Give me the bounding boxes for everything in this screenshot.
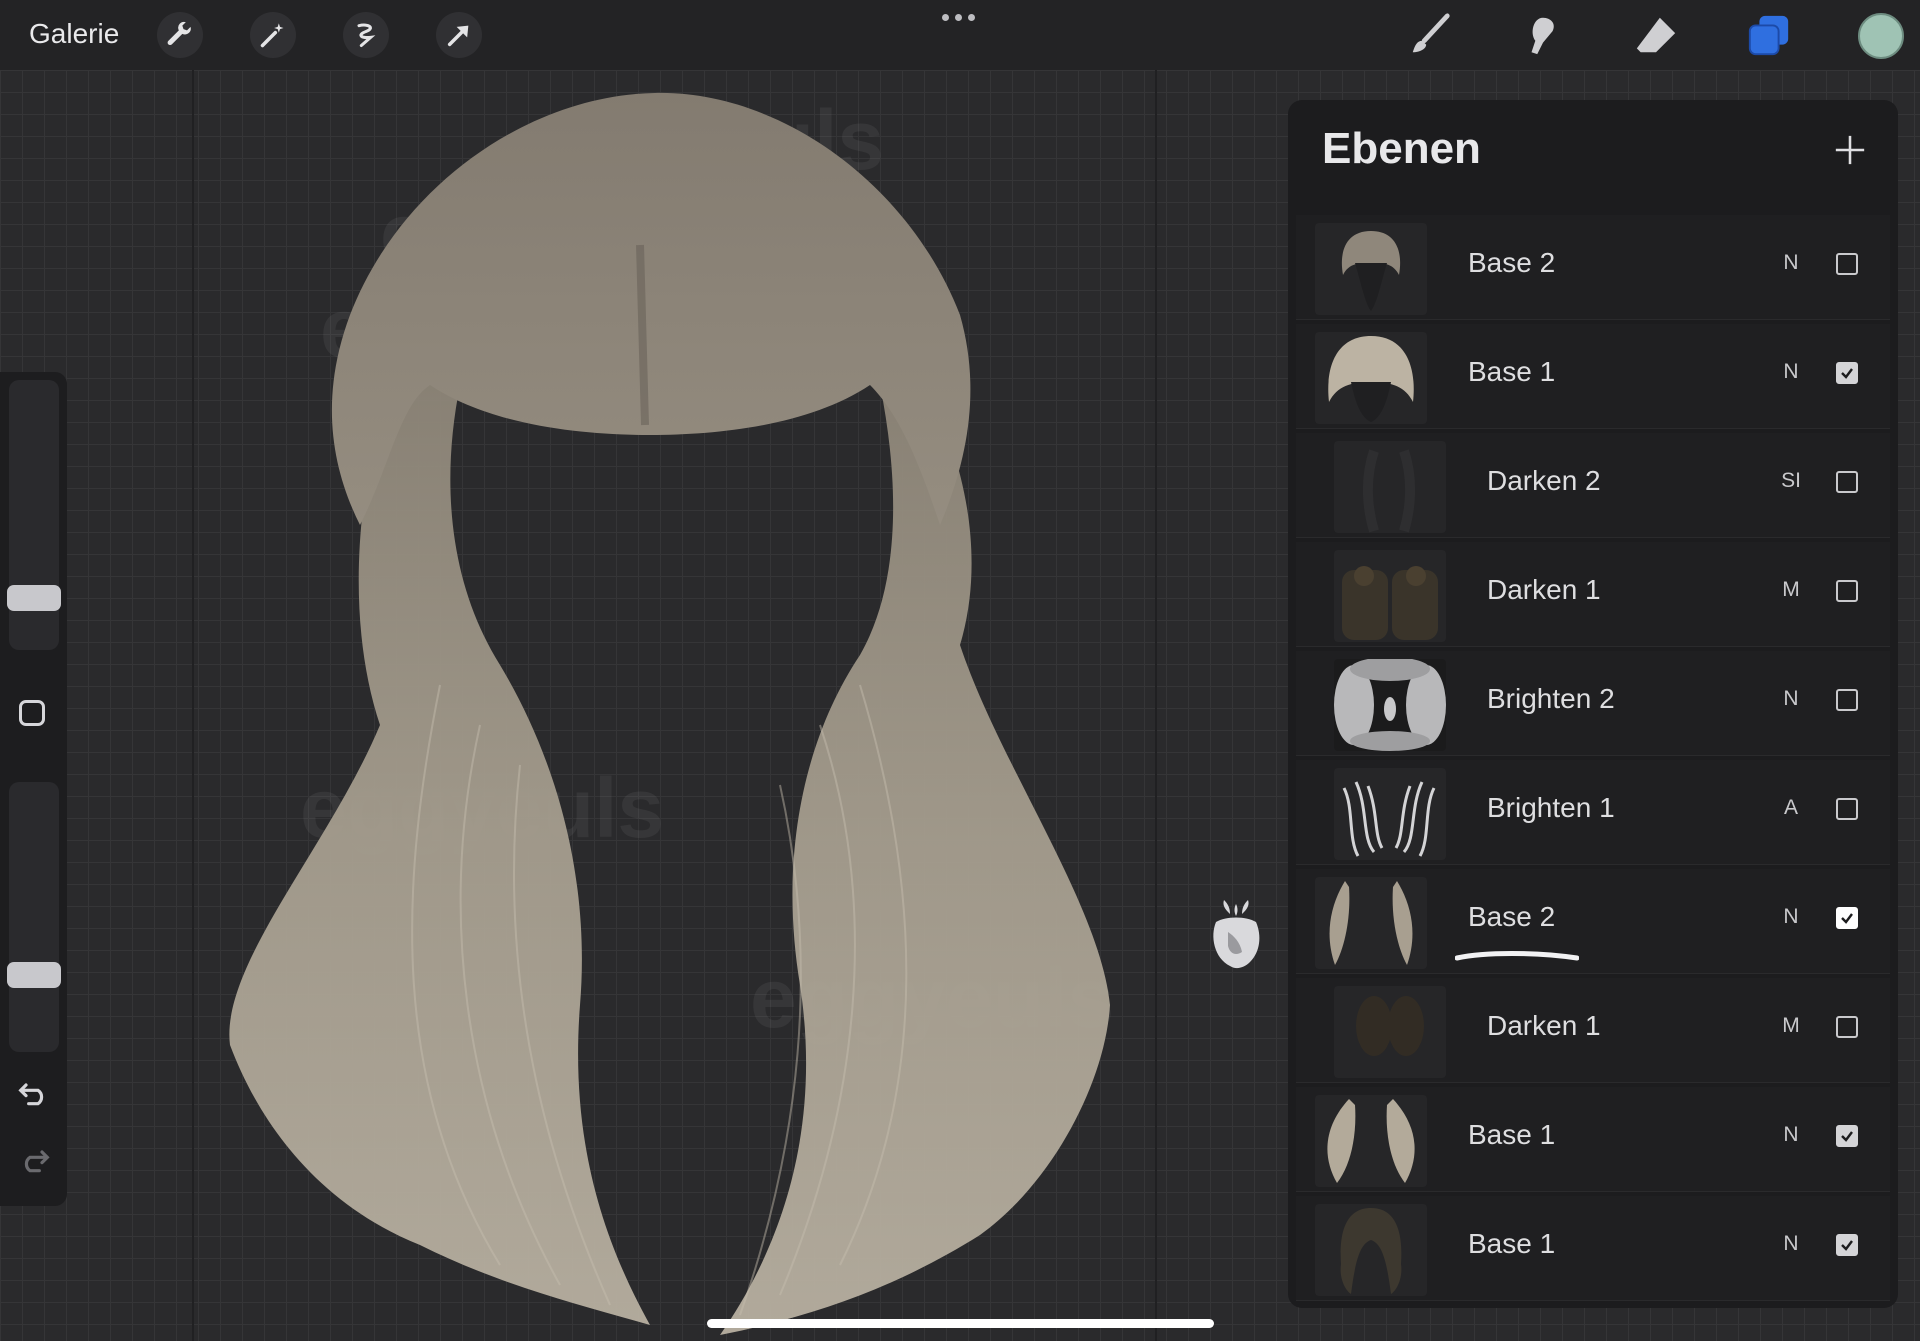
- layer-visibility-checkbox[interactable]: [1836, 580, 1858, 602]
- layer-visibility-checkbox[interactable]: [1836, 1125, 1858, 1147]
- layer-name: Base 2: [1468, 247, 1556, 278]
- layer-blend-mode[interactable]: N: [1776, 687, 1806, 711]
- layer-blend-mode[interactable]: M: [1776, 1014, 1806, 1038]
- layer-name: Base 1: [1468, 1119, 1556, 1150]
- redo-icon[interactable]: [16, 1145, 52, 1175]
- layer-visibility-checkbox[interactable]: [1836, 1234, 1858, 1256]
- layer-row[interactable]: Brighten 1 A: [1296, 760, 1890, 865]
- layers-icon[interactable]: [1744, 10, 1794, 60]
- selection-icon[interactable]: [343, 12, 389, 58]
- more-dots-icon[interactable]: [942, 14, 975, 21]
- wrench-icon[interactable]: [157, 12, 203, 58]
- layer-blend-mode[interactable]: A: [1776, 796, 1806, 820]
- layer-blend-mode[interactable]: N: [1776, 1232, 1806, 1256]
- layer-visibility-checkbox[interactable]: [1836, 1016, 1858, 1038]
- opacity-handle[interactable]: [7, 962, 61, 988]
- brush-icon[interactable]: [1405, 10, 1455, 60]
- layer-visibility-checkbox[interactable]: [1836, 471, 1858, 493]
- left-sidebar: [0, 372, 67, 1206]
- layer-thumbnail: [1315, 877, 1427, 969]
- layer-thumbnail: [1334, 659, 1446, 751]
- layer-thumbnail: [1315, 1204, 1427, 1296]
- layer-name: Darken 2: [1487, 465, 1601, 496]
- layer-row[interactable]: Base 1 N: [1296, 1087, 1890, 1192]
- transform-arrow-icon[interactable]: [436, 12, 482, 58]
- layer-visibility-checkbox[interactable]: [1836, 253, 1858, 275]
- eraser-icon[interactable]: [1631, 10, 1681, 60]
- layer-name: Base 2: [1468, 901, 1556, 932]
- layer-thumbnail: [1334, 986, 1446, 1078]
- layer-blend-mode[interactable]: SI: [1776, 469, 1806, 493]
- home-indicator[interactable]: [707, 1319, 1214, 1328]
- undo-icon[interactable]: [16, 1078, 52, 1108]
- layer-thumbnail: [1315, 223, 1427, 315]
- layer-name: Brighten 1: [1487, 792, 1615, 823]
- layer-name: Brighten 2: [1487, 683, 1615, 714]
- layer-row[interactable]: Darken 1 M: [1296, 542, 1890, 647]
- layer-visibility-checkbox[interactable]: [1836, 362, 1858, 384]
- color-picker[interactable]: [1858, 13, 1904, 59]
- layer-visibility-checkbox[interactable]: [1836, 798, 1858, 820]
- smudge-icon[interactable]: [1518, 10, 1568, 60]
- layer-row[interactable]: Brighten 2 N: [1296, 651, 1890, 756]
- gallery-button[interactable]: Galerie: [29, 18, 119, 50]
- layer-blend-mode[interactable]: N: [1776, 251, 1806, 275]
- fruit-logo-icon: [1213, 900, 1260, 969]
- layer-row[interactable]: Base 1 N: [1296, 324, 1890, 429]
- layer-row[interactable]: Base 2 N: [1296, 869, 1890, 974]
- opacity-slider[interactable]: [9, 782, 59, 1052]
- layer-visibility-checkbox[interactable]: [1836, 907, 1858, 929]
- plus-icon[interactable]: [1826, 126, 1874, 174]
- layer-blend-mode[interactable]: N: [1776, 360, 1806, 384]
- canvas-guide-left: [192, 70, 194, 1341]
- layer-row[interactable]: Darken 1 M: [1296, 978, 1890, 1083]
- layer-row[interactable]: Darken 2 SI: [1296, 433, 1890, 538]
- layer-name: Darken 1: [1487, 1010, 1601, 1041]
- layer-thumbnail: [1334, 550, 1446, 642]
- layer-name: Darken 1: [1487, 574, 1601, 605]
- layer-thumbnail: [1315, 1095, 1427, 1187]
- layer-thumbnail: [1334, 441, 1446, 533]
- modifier-square-icon[interactable]: [19, 700, 45, 726]
- layer-name: Base 1: [1468, 356, 1556, 387]
- highlight-stroke: [1455, 951, 1579, 961]
- layers-panel: Ebenen Base 2 N Base 1 N Darken 2 SI Dar…: [1288, 100, 1898, 1308]
- layer-visibility-checkbox[interactable]: [1836, 689, 1858, 711]
- layer-blend-mode[interactable]: M: [1776, 578, 1806, 602]
- layer-name: Base 1: [1468, 1228, 1556, 1259]
- layer-blend-mode[interactable]: N: [1776, 1123, 1806, 1147]
- layer-thumbnail: [1334, 768, 1446, 860]
- layer-thumbnail: [1315, 332, 1427, 424]
- layer-row[interactable]: Base 1 N: [1296, 1196, 1890, 1301]
- brush-size-handle[interactable]: [7, 585, 61, 611]
- panel-title: Ebenen: [1322, 124, 1481, 173]
- hair-artwork: [229, 92, 1110, 1335]
- magic-wand-icon[interactable]: [250, 12, 296, 58]
- canvas-guide-right: [1155, 70, 1157, 1341]
- top-toolbar: Galerie: [0, 0, 1920, 70]
- layer-row[interactable]: Base 2 N: [1296, 215, 1890, 320]
- layer-blend-mode[interactable]: N: [1776, 905, 1806, 929]
